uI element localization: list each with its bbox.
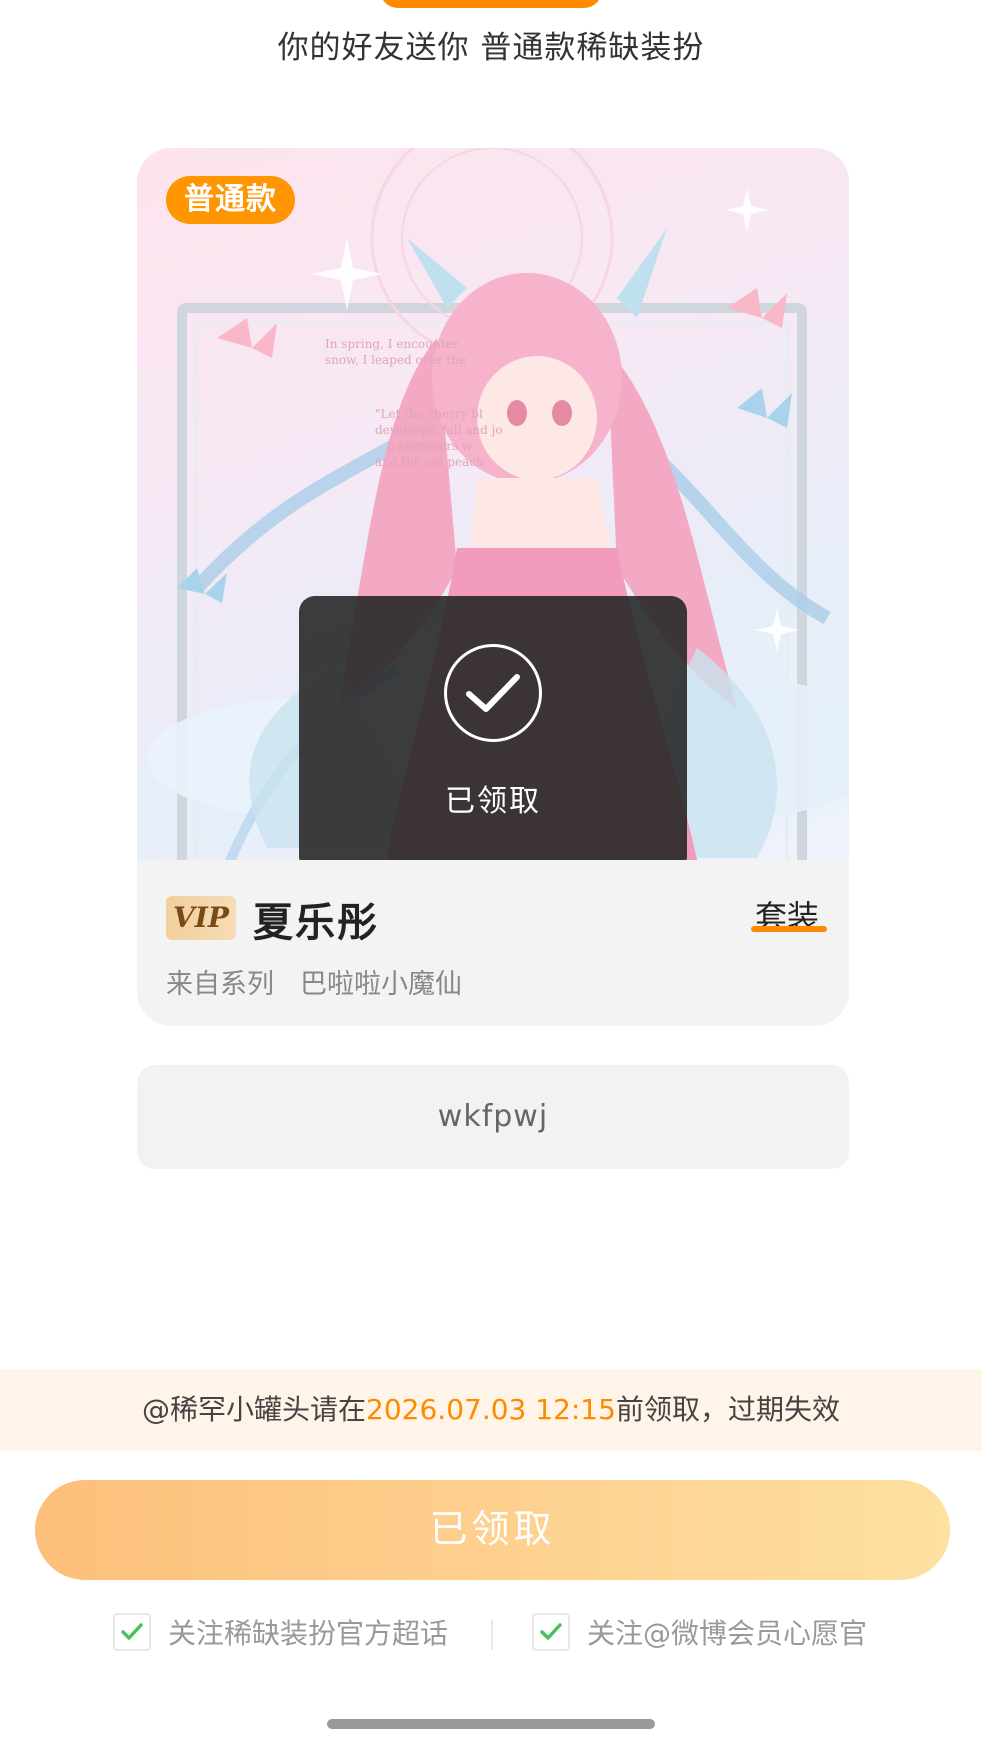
checkbox-checked[interactable] [113, 1613, 151, 1651]
claim-button[interactable]: 已领取 [35, 1480, 950, 1580]
vip-badge: VIP [166, 896, 236, 940]
series-label: 来自系列 [166, 969, 274, 1000]
follow-option-topic[interactable]: 关注稀缺装扮官方超话 [113, 1612, 448, 1652]
top-pill [380, 0, 602, 8]
item-card[interactable]: In spring, I encounter snow, I leaped ov… [137, 148, 849, 1026]
home-indicator [327, 1719, 655, 1729]
checkmark-icon [444, 644, 542, 742]
expiry-notice: @稀罕小罐头请在2026.07.03 12:15前领取，过期失效 [0, 1369, 982, 1451]
item-name: 夏乐彤 [253, 900, 379, 946]
item-artwork: In spring, I encounter snow, I leaped ov… [137, 148, 849, 860]
art-text-line: n shimmers w [387, 439, 473, 453]
checkbox-checked[interactable] [532, 1613, 570, 1651]
art-text-line: and the old peach [375, 455, 484, 469]
art-text-line: dewdrops, fall and jo [375, 423, 503, 437]
claimed-status: 已领取 [445, 784, 541, 819]
claimed-overlay: 已领取 [299, 596, 687, 860]
art-text-line: In spring, I encounter [325, 337, 458, 351]
notice-deadline: 2026.07.03 12:15 [366, 1393, 616, 1426]
type-badge: 普通款 [166, 176, 295, 224]
check-icon [540, 1623, 562, 1640]
follow-option-label: 关注@微博会员心愿官 [587, 1617, 868, 1650]
check-icon [121, 1623, 143, 1640]
follow-option-account[interactable]: 关注@微博会员心愿官 [532, 1612, 867, 1652]
art-text-line: snow, I leaped over the [325, 353, 466, 367]
item-type-underline [751, 926, 827, 932]
series-name[interactable]: 巴啦啦小魔仙 [300, 962, 462, 1001]
follow-divider [491, 1620, 493, 1650]
redeem-code-field[interactable]: wkfpwj [137, 1065, 849, 1169]
art-text-line: "Let the cherry bl [375, 407, 483, 421]
notice-prefix: @稀罕小罐头请在 [142, 1393, 367, 1426]
page-title: 你的好友送你 普通款稀缺装扮 [277, 30, 705, 66]
notice-suffix: 前领取，过期失效 [615, 1393, 840, 1426]
follow-option-label: 关注稀缺装扮官方超话 [168, 1617, 449, 1650]
